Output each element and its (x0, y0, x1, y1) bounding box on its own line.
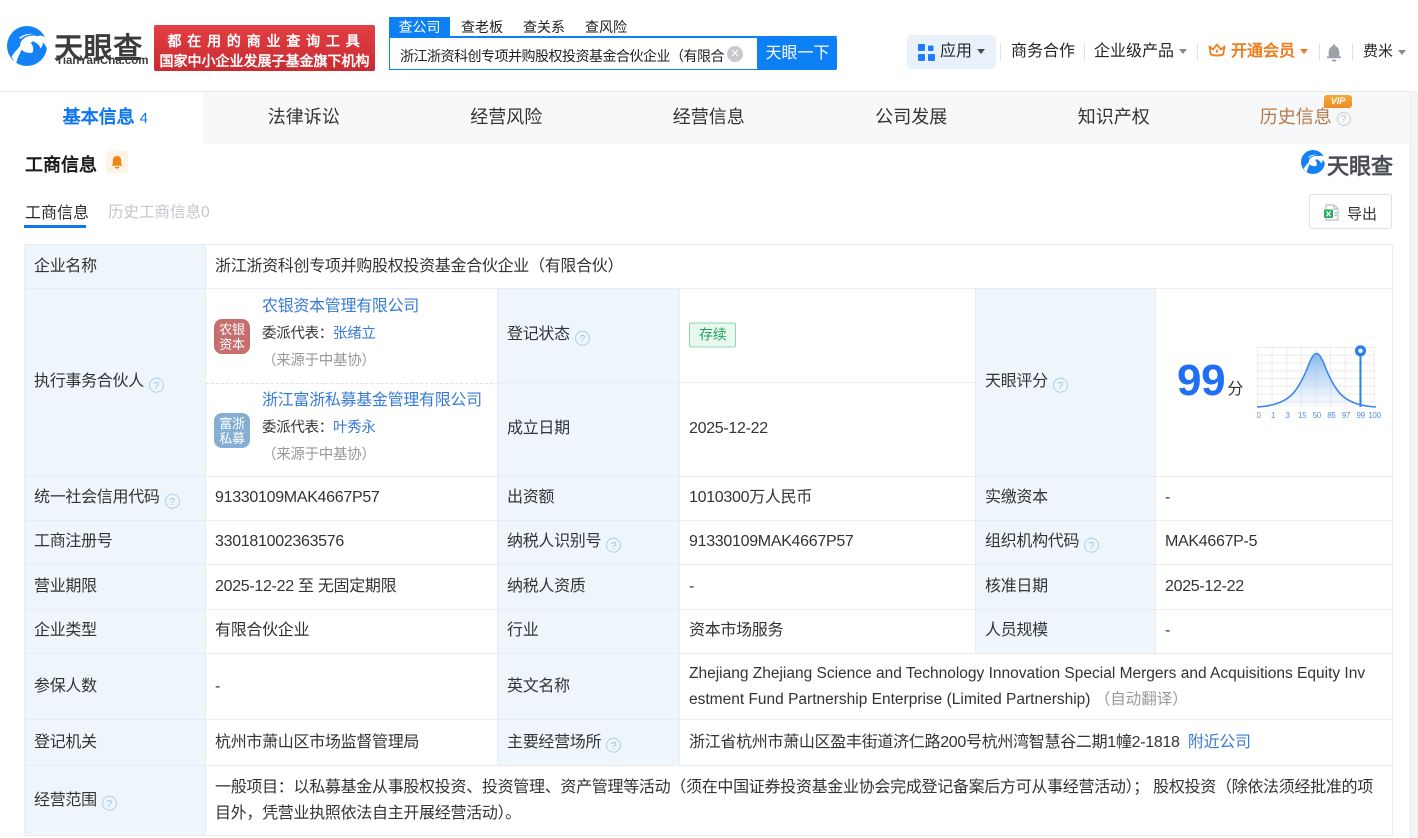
svg-text:99: 99 (1356, 411, 1365, 420)
svg-text:15: 15 (1298, 411, 1307, 420)
svg-text:0: 0 (1257, 411, 1261, 420)
svg-text:50: 50 (1313, 411, 1322, 420)
svg-text:3: 3 (1286, 411, 1291, 420)
svg-text:85: 85 (1327, 411, 1336, 420)
svg-text:100: 100 (1368, 411, 1381, 420)
svg-text:1: 1 (1271, 411, 1276, 420)
svg-text:97: 97 (1342, 411, 1351, 420)
